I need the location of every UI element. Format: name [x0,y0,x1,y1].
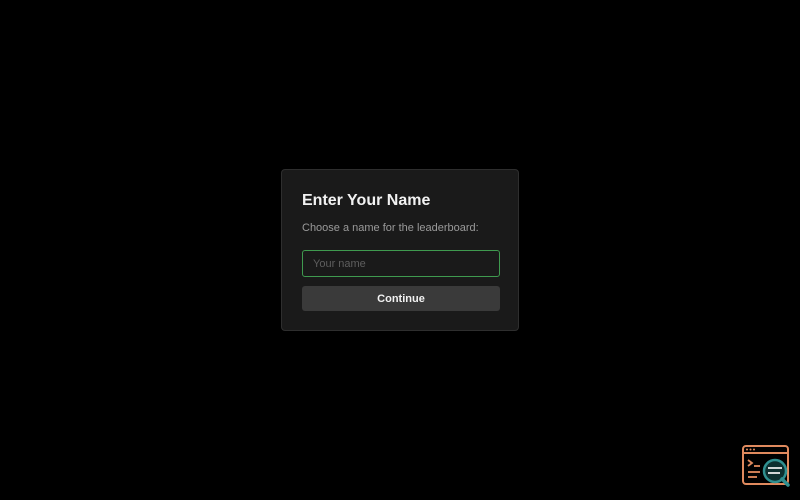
dialog-subtitle: Choose a name for the leaderboard: [302,222,479,234]
name-input[interactable] [302,250,500,277]
page-background: Enter Your Name Choose a name for the le… [0,0,800,500]
name-entry-dialog: Enter Your Name Choose a name for the le… [281,169,519,331]
continue-button[interactable]: Continue [302,286,500,311]
dialog-title: Enter Your Name [302,192,431,209]
browser-terminal-inspect-icon[interactable] [742,445,790,487]
